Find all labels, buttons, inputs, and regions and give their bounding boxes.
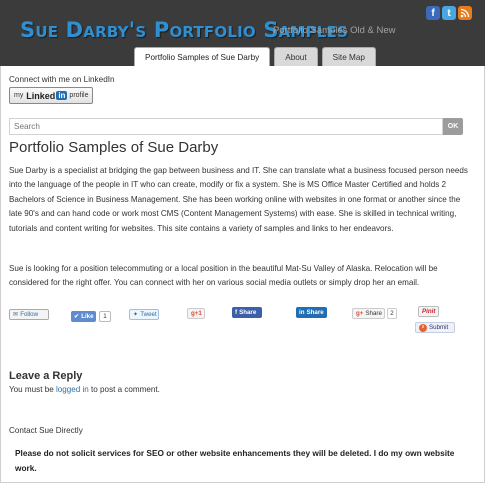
tweet-label: Tweet bbox=[140, 311, 157, 318]
rss-icon[interactable] bbox=[458, 6, 472, 20]
search-button[interactable]: OK bbox=[443, 118, 463, 135]
tweet-button[interactable]: ✦ Tweet bbox=[129, 309, 159, 320]
linkedin-share-button[interactable]: in Share bbox=[296, 307, 327, 318]
facebook-icon[interactable]: f bbox=[426, 6, 440, 20]
like-count: 1 bbox=[99, 311, 111, 322]
google-plus-icon: g+ bbox=[356, 310, 364, 317]
solicitation-notice: Please do not solicit services for SEO o… bbox=[15, 448, 455, 473]
thumbs-up-icon: ✔ bbox=[74, 313, 80, 320]
availability-paragraph: Sue is looking for a position telecommut… bbox=[9, 264, 438, 288]
reply-prefix: You must be bbox=[9, 385, 56, 394]
stumbleupon-icon: s bbox=[419, 323, 427, 332]
tab-site-map[interactable]: Site Map bbox=[321, 47, 376, 66]
linkedin-icon: in bbox=[299, 309, 305, 316]
twitter-icon[interactable]: t bbox=[442, 6, 456, 20]
contact-heading: Contact Sue Directly bbox=[9, 426, 83, 435]
pinterest-button[interactable]: Pinit bbox=[418, 306, 439, 317]
login-link[interactable]: logged in bbox=[56, 385, 89, 394]
reply-title: Leave a Reply bbox=[9, 370, 83, 382]
linkedin-badge-my: my bbox=[14, 92, 24, 99]
g-share-label: Share bbox=[365, 310, 382, 317]
mail-icon: ✉ bbox=[13, 311, 19, 318]
follow-button[interactable]: ✉ Follow bbox=[9, 309, 49, 320]
like-label: Like bbox=[81, 313, 94, 320]
linkedin-label: Connect with me on LinkedIn bbox=[9, 75, 115, 84]
follow-label: Follow bbox=[20, 311, 39, 318]
stumbleupon-submit-button[interactable]: s Submit bbox=[415, 322, 455, 333]
nav-tabs: Portfolio Samples of Sue Darby About Sit… bbox=[134, 47, 376, 66]
submit-label: Submit bbox=[429, 324, 449, 331]
fb-share-label: Share bbox=[239, 309, 257, 316]
facebook-share-button[interactable]: f Share bbox=[232, 307, 262, 318]
linkedin-badge-linked: Linked bbox=[26, 90, 56, 101]
search-input[interactable] bbox=[9, 118, 443, 135]
social-icons: f t bbox=[426, 6, 472, 20]
facebook-icon: f bbox=[235, 309, 238, 316]
site-header: Sue Darby's Portfolio Samples Portfolio … bbox=[0, 0, 485, 66]
tab-portfolio[interactable]: Portfolio Samples of Sue Darby bbox=[134, 47, 271, 66]
reply-suffix: to post a comment. bbox=[88, 385, 160, 394]
twitter-bird-icon: ✦ bbox=[133, 311, 139, 318]
page-title: Portfolio Samples of Sue Darby bbox=[9, 139, 219, 156]
in-share-label: Share bbox=[306, 309, 324, 316]
google-share-count: 2 bbox=[387, 308, 397, 319]
tab-about[interactable]: About bbox=[274, 47, 318, 66]
site-tagline: Portfolio Samples Old & New bbox=[273, 25, 396, 36]
linkedin-icon: in bbox=[56, 91, 68, 100]
facebook-like-button[interactable]: ✔ Like bbox=[71, 311, 96, 322]
linkedin-profile-button[interactable]: my Linked in profile bbox=[9, 87, 93, 104]
intro-paragraph: Sue Darby is a specialist at bridging th… bbox=[9, 166, 468, 233]
reply-note: You must be logged in to post a comment. bbox=[9, 385, 160, 394]
linkedin-badge-profile: profile bbox=[69, 92, 89, 99]
google-plus-share-button[interactable]: g+ Share bbox=[352, 308, 385, 319]
google-plus-one-button[interactable]: g+1 bbox=[187, 308, 205, 319]
